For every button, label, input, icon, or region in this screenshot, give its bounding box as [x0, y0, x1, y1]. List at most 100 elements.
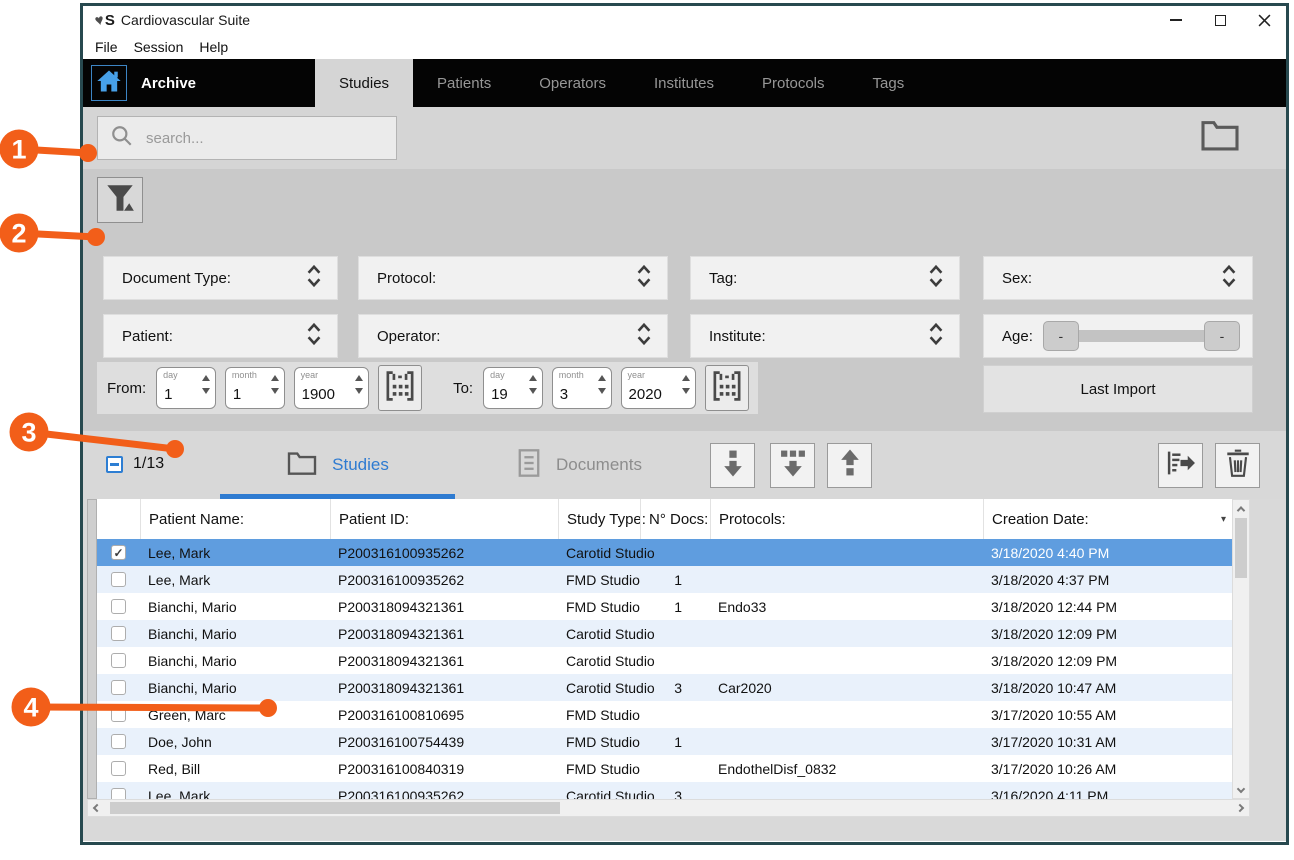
table-row[interactable]: Doe, John P200316100754439 FMD Studio 1 … [97, 728, 1232, 755]
close-button[interactable] [1242, 6, 1286, 34]
spin-down-icon[interactable] [529, 388, 537, 394]
vertical-scrollbar[interactable] [1232, 499, 1250, 799]
table-row[interactable]: Bianchi, Mario P200318094321361 Carotid … [97, 647, 1232, 674]
table-row[interactable]: Bianchi, Mario P200318094321361 FMD Stud… [97, 593, 1232, 620]
row-checkbox[interactable] [111, 761, 126, 776]
spin-up-icon[interactable] [682, 375, 690, 381]
spin-up-icon[interactable] [598, 375, 606, 381]
search-input[interactable] [146, 130, 376, 147]
to-calendar-button[interactable] [705, 365, 749, 411]
indeterminate-icon [110, 463, 119, 466]
scroll-down-button[interactable] [1233, 781, 1249, 797]
tab-operators[interactable]: Operators [515, 59, 630, 107]
minimize-icon [1170, 19, 1182, 21]
delete-button[interactable] [1215, 443, 1260, 488]
tab-institutes[interactable]: Institutes [630, 59, 738, 107]
search-row [83, 107, 1286, 169]
col-patient-name[interactable]: Patient Name: [140, 499, 330, 539]
scroll-up-button[interactable] [1233, 501, 1249, 517]
cell-protocols [710, 728, 983, 755]
last-import-button[interactable]: Last Import [983, 365, 1253, 413]
cell-patient-id: P200316100935262 [330, 566, 558, 593]
spin-down-icon[interactable] [355, 388, 363, 394]
spin-down-icon[interactable] [202, 388, 210, 394]
menu-session[interactable]: Session [134, 39, 184, 55]
spin-up-icon[interactable] [202, 375, 210, 381]
tag-dropdown[interactable]: Tag: [690, 256, 960, 300]
table-row[interactable]: Bianchi, Mario P200318094321361 Carotid … [97, 674, 1232, 701]
horizontal-scroll-thumb[interactable] [110, 802, 560, 814]
horizontal-scrollbar[interactable] [87, 799, 1250, 817]
row-checkbox[interactable] [111, 680, 126, 695]
table-row[interactable]: Red, Bill P200316100840319 FMD Studio En… [97, 755, 1232, 782]
from-year-spinner[interactable]: year 1900 [294, 367, 369, 409]
export-list-button[interactable] [1158, 443, 1203, 488]
menu-help[interactable]: Help [199, 39, 228, 55]
from-calendar-button[interactable] [378, 365, 422, 411]
col-creation-date[interactable]: Creation Date: ▾ [983, 499, 1232, 539]
vertical-scroll-thumb[interactable] [1235, 518, 1247, 578]
import-study-button[interactable] [710, 443, 755, 488]
age-range-slider[interactable]: - - [1043, 319, 1240, 353]
document-type-dropdown[interactable]: Document Type: [103, 256, 338, 300]
row-checkbox[interactable] [111, 599, 126, 614]
documents-view-tab[interactable]: Documents [479, 431, 679, 499]
table-row[interactable]: Bianchi, Mario P200318094321361 Carotid … [97, 620, 1232, 647]
home-button[interactable] [91, 65, 127, 101]
patient-dropdown[interactable]: Patient: [103, 314, 338, 358]
col-study-type[interactable]: Study Type: [558, 499, 640, 539]
table-row[interactable]: Lee, Mark P200316100935262 Carotid Studi… [97, 539, 1232, 566]
table-row[interactable]: Green, Marc P200316100810695 FMD Studio … [97, 701, 1232, 728]
minimize-button[interactable] [1154, 6, 1198, 34]
cell-patient-id: P200318094321361 [330, 620, 558, 647]
table-row[interactable]: Lee, Mark P200316100935262 FMD Studio 1 … [97, 566, 1232, 593]
age-min-handle[interactable]: - [1043, 321, 1079, 351]
select-all-checkbox[interactable] [106, 456, 123, 473]
operator-dropdown[interactable]: Operator: [358, 314, 668, 358]
institute-dropdown[interactable]: Institute: [690, 314, 960, 358]
spin-down-icon[interactable] [598, 388, 606, 394]
cell-protocols: EndothelDisf_0832 [710, 755, 983, 782]
menu-file[interactable]: File [95, 39, 118, 55]
row-checkbox[interactable] [111, 572, 126, 587]
filter-funnel-icon [105, 183, 135, 218]
spin-up-icon[interactable] [529, 375, 537, 381]
sex-dropdown[interactable]: Sex: [983, 256, 1253, 300]
archive-folder-button[interactable] [1198, 119, 1242, 155]
protocol-dropdown[interactable]: Protocol: [358, 256, 668, 300]
to-month-spinner[interactable]: month 3 [552, 367, 612, 409]
from-month-spinner[interactable]: month 1 [225, 367, 285, 409]
studies-view-tab[interactable]: Studies [220, 431, 455, 499]
table-row[interactable]: Lee, Mark P200316100935262 Carotid Studi… [97, 782, 1232, 799]
col-patient-id[interactable]: Patient ID: [330, 499, 558, 539]
import-multiple-button[interactable] [770, 443, 815, 488]
spin-down-icon[interactable] [682, 388, 690, 394]
maximize-button[interactable] [1198, 6, 1242, 34]
filter-toggle-button[interactable] [97, 177, 143, 223]
age-max-handle[interactable]: - [1204, 321, 1240, 351]
to-day-spinner[interactable]: day 19 [483, 367, 543, 409]
row-checkbox[interactable] [111, 545, 126, 560]
cell-patient-name: Doe, John [140, 728, 330, 755]
tab-patients[interactable]: Patients [413, 59, 515, 107]
col-n-docs[interactable]: N° Docs: [640, 499, 710, 539]
row-checkbox[interactable] [111, 788, 126, 799]
scroll-left-button[interactable] [89, 800, 105, 816]
to-year-spinner[interactable]: year 2020 [621, 367, 696, 409]
export-study-button[interactable] [827, 443, 872, 488]
from-day-spinner[interactable]: day 1 [156, 367, 216, 409]
row-checkbox[interactable] [111, 734, 126, 749]
filter-panel: Document Type: Protocol: Tag: Sex: Patie… [83, 231, 1286, 431]
spin-down-icon[interactable] [271, 388, 279, 394]
tab-tags[interactable]: Tags [849, 59, 929, 107]
row-checkbox[interactable] [111, 653, 126, 668]
spin-up-icon[interactable] [355, 375, 363, 381]
tab-studies[interactable]: Studies [315, 59, 413, 107]
scroll-right-button[interactable] [1232, 800, 1248, 816]
row-checkbox[interactable] [111, 707, 126, 722]
spin-up-icon[interactable] [271, 375, 279, 381]
tab-protocols[interactable]: Protocols [738, 59, 849, 107]
cell-patient-id: P200316100935262 [330, 782, 558, 799]
col-protocols[interactable]: Protocols: [710, 499, 983, 539]
row-checkbox[interactable] [111, 626, 126, 641]
